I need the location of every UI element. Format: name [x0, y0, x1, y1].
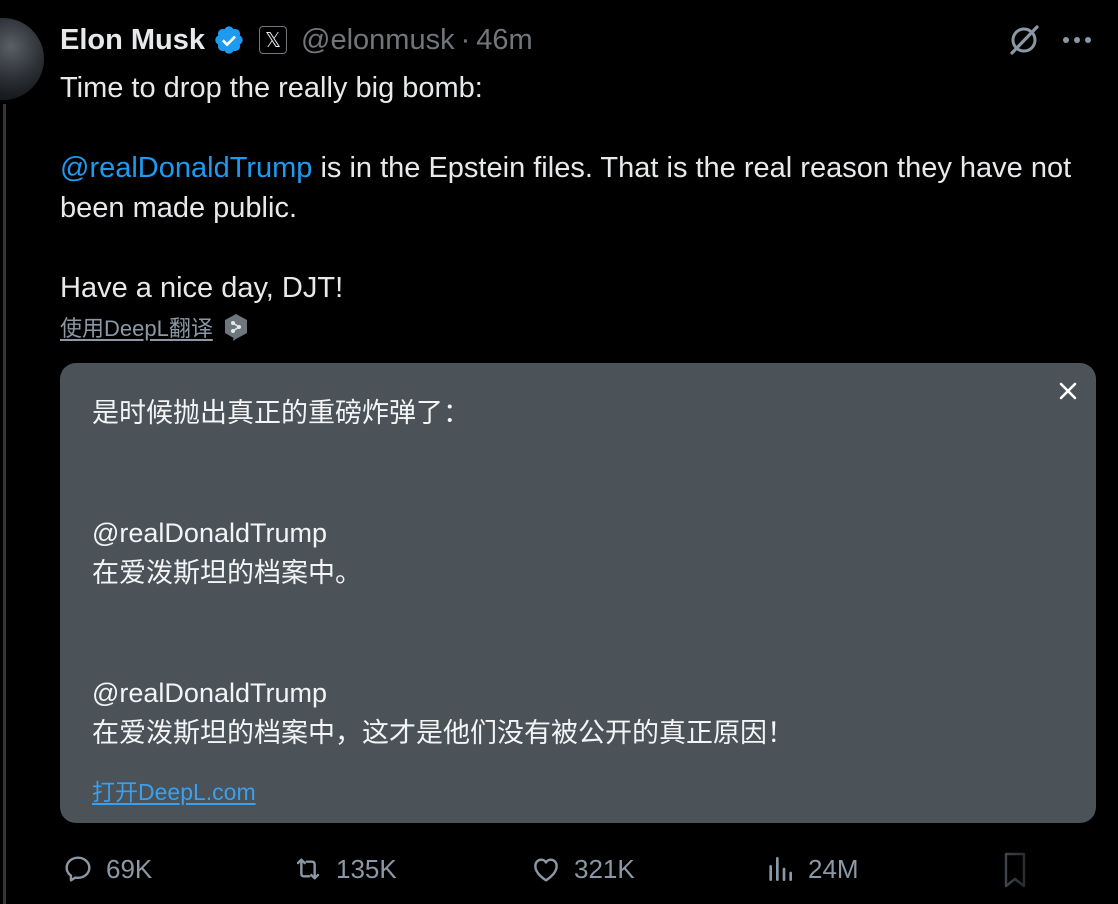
translation-para-1: 是时候抛出真正的重磅炸弹了：: [92, 398, 470, 428]
translate-row: 使用DeepL翻译: [60, 312, 249, 342]
tweet-header: Elon Musk 𝕏 @elonmusk · 46m: [60, 20, 533, 60]
x-logo-icon: 𝕏: [259, 26, 288, 54]
edge-fade: [940, 846, 1118, 904]
repost-count: 135K: [336, 853, 397, 884]
views-count: 24M: [808, 853, 859, 884]
close-icon[interactable]: [1054, 377, 1082, 405]
like-count: 321K: [574, 853, 635, 884]
tweet-text: Time to drop the really big bomb: @realD…: [60, 68, 1090, 308]
translation-text: 是时候抛出真正的重磅炸弹了： @realDonaldTrump 在爱泼斯坦的档案…: [92, 393, 1052, 753]
tweet-line-3: Have a nice day, DJT!: [60, 272, 344, 304]
more-icon[interactable]: [1060, 28, 1094, 52]
repost-button[interactable]: 135K: [292, 846, 397, 892]
translation-box: 是时候抛出真正的重磅炸弹了： @realDonaldTrump 在爱泼斯坦的档案…: [60, 363, 1096, 823]
reply-count: 69K: [106, 853, 153, 884]
like-icon: [534, 858, 558, 882]
thread-line: [3, 104, 6, 904]
avatar[interactable]: [0, 18, 44, 100]
verified-badge-icon: [215, 26, 243, 54]
tweet-line-2: @realDonaldTrump is in the Epstein files…: [60, 148, 1090, 228]
tweet-line-1: Time to drop the really big bomb:: [60, 72, 483, 104]
grok-icon[interactable]: [1006, 22, 1042, 58]
reply-button[interactable]: 69K: [62, 846, 152, 892]
author-name[interactable]: Elon Musk: [60, 24, 205, 57]
author-handle[interactable]: @elonmusk: [301, 24, 455, 57]
deepl-icon: [224, 314, 247, 341]
translation-mention-2: @realDonaldTrump: [92, 678, 327, 708]
translation-para-2: 在爱泼斯坦的档案中。: [92, 558, 362, 588]
timestamp[interactable]: 46m: [476, 24, 532, 57]
open-deepl-link[interactable]: 打开DeepL.com: [92, 773, 256, 807]
mention-link[interactable]: @realDonaldTrump: [60, 152, 312, 184]
translation-para-3: 在爱泼斯坦的档案中，这才是他们没有被公开的真正原因！: [92, 718, 794, 748]
repost-icon: [296, 858, 320, 880]
views-icon: [769, 857, 792, 881]
separator-dot: ·: [460, 23, 471, 56]
views-button[interactable]: 24M: [764, 846, 859, 892]
reply-icon: [65, 856, 91, 882]
like-button[interactable]: 321K: [530, 846, 635, 892]
translate-link[interactable]: 使用DeepL翻译: [60, 311, 213, 343]
translation-mention-1: @realDonaldTrump: [92, 518, 327, 548]
